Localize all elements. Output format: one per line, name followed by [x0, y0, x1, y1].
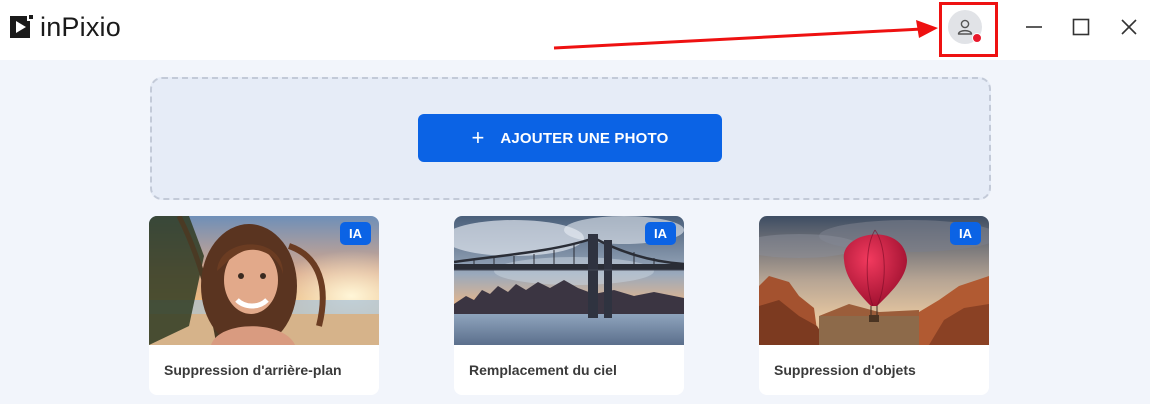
ai-badge: IA	[645, 222, 676, 245]
account-button[interactable]	[948, 10, 982, 44]
plus-icon: +	[471, 125, 485, 150]
card-label: Suppression d'arrière-plan	[164, 362, 342, 378]
add-photo-button[interactable]: + AJOUTER UNE PHOTO	[418, 114, 722, 162]
app-name: inPixio	[40, 12, 121, 42]
close-button[interactable]	[1114, 12, 1144, 42]
close-icon	[1121, 19, 1137, 35]
add-photo-label: AJOUTER UNE PHOTO	[500, 129, 669, 147]
ai-badge: IA	[950, 222, 981, 245]
feature-card-sky-replacement[interactable]: IA Remplacement du ciel	[454, 216, 684, 395]
notification-dot	[972, 33, 982, 43]
maximize-icon	[1072, 18, 1090, 36]
feature-card-object-removal[interactable]: IA Suppression d'objets	[759, 216, 989, 395]
ai-badge: IA	[340, 222, 371, 245]
photo-dropzone[interactable]: + AJOUTER UNE PHOTO	[150, 77, 991, 200]
card-label: Suppression d'objets	[774, 362, 916, 378]
title-bar: inPixio	[0, 0, 1150, 60]
minimize-icon	[1026, 26, 1042, 28]
minimize-button[interactable]	[1019, 12, 1049, 42]
maximize-button[interactable]	[1066, 12, 1096, 42]
user-icon	[957, 19, 973, 35]
play-logo-icon	[10, 14, 34, 38]
feature-card-background-removal[interactable]: IA Suppression d'arrière-plan	[149, 216, 379, 395]
app-logo: inPixio	[8, 12, 121, 42]
annotation-arrow	[553, 20, 938, 50]
card-label: Remplacement du ciel	[469, 362, 617, 378]
